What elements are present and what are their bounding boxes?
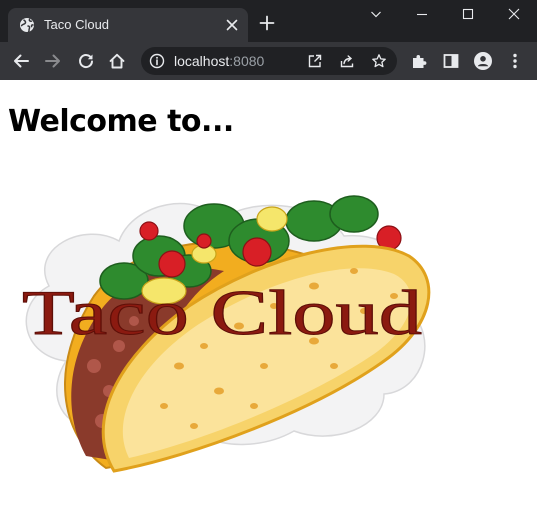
url-host: localhost xyxy=(174,53,230,69)
browser-window: Taco Cloud localhost:8080 Welcome to... … xyxy=(0,0,537,521)
bookmark-star-icon[interactable] xyxy=(371,53,387,69)
more-menu-icon[interactable] xyxy=(506,52,524,70)
taco-illustration: Taco Cloud xyxy=(22,195,431,473)
forward-arrow-icon[interactable] xyxy=(44,52,62,70)
meat-dot xyxy=(87,359,101,373)
globe-icon xyxy=(20,18,34,33)
site-info-icon[interactable] xyxy=(149,53,165,69)
maximize-icon[interactable] xyxy=(460,6,476,22)
close-tab-icon[interactable] xyxy=(224,17,240,33)
new-tab-icon[interactable] xyxy=(259,15,275,31)
back-arrow-icon[interactable] xyxy=(12,52,30,70)
share-icon[interactable] xyxy=(339,53,355,69)
side-panel-icon[interactable] xyxy=(442,52,460,70)
browser-tab[interactable]: Taco Cloud xyxy=(8,8,248,42)
browser-toolbar: localhost:8080 xyxy=(0,42,537,80)
address-bar[interactable]: localhost:8080 xyxy=(141,47,397,75)
tab-title: Taco Cloud xyxy=(44,17,110,32)
extensions-puzzle-icon[interactable] xyxy=(410,52,428,70)
taco-cloud-logo: Taco Cloud xyxy=(14,186,434,476)
logo-text: Taco Cloud xyxy=(22,277,422,348)
tab-strip: Taco Cloud xyxy=(0,0,537,42)
home-icon[interactable] xyxy=(108,52,126,70)
close-window-icon[interactable] xyxy=(506,6,522,22)
profile-avatar-icon[interactable] xyxy=(474,52,492,70)
address-url[interactable]: localhost:8080 xyxy=(174,53,264,69)
page-heading: Welcome to... xyxy=(8,104,234,139)
reload-icon[interactable] xyxy=(77,52,95,70)
url-port: :8080 xyxy=(229,53,265,69)
minimize-icon[interactable] xyxy=(414,6,430,22)
tab-search-chevron-icon[interactable] xyxy=(368,6,384,22)
open-in-new-window-icon[interactable] xyxy=(307,53,323,69)
page-content: Welcome to... Taco Cloud xyxy=(0,80,537,521)
